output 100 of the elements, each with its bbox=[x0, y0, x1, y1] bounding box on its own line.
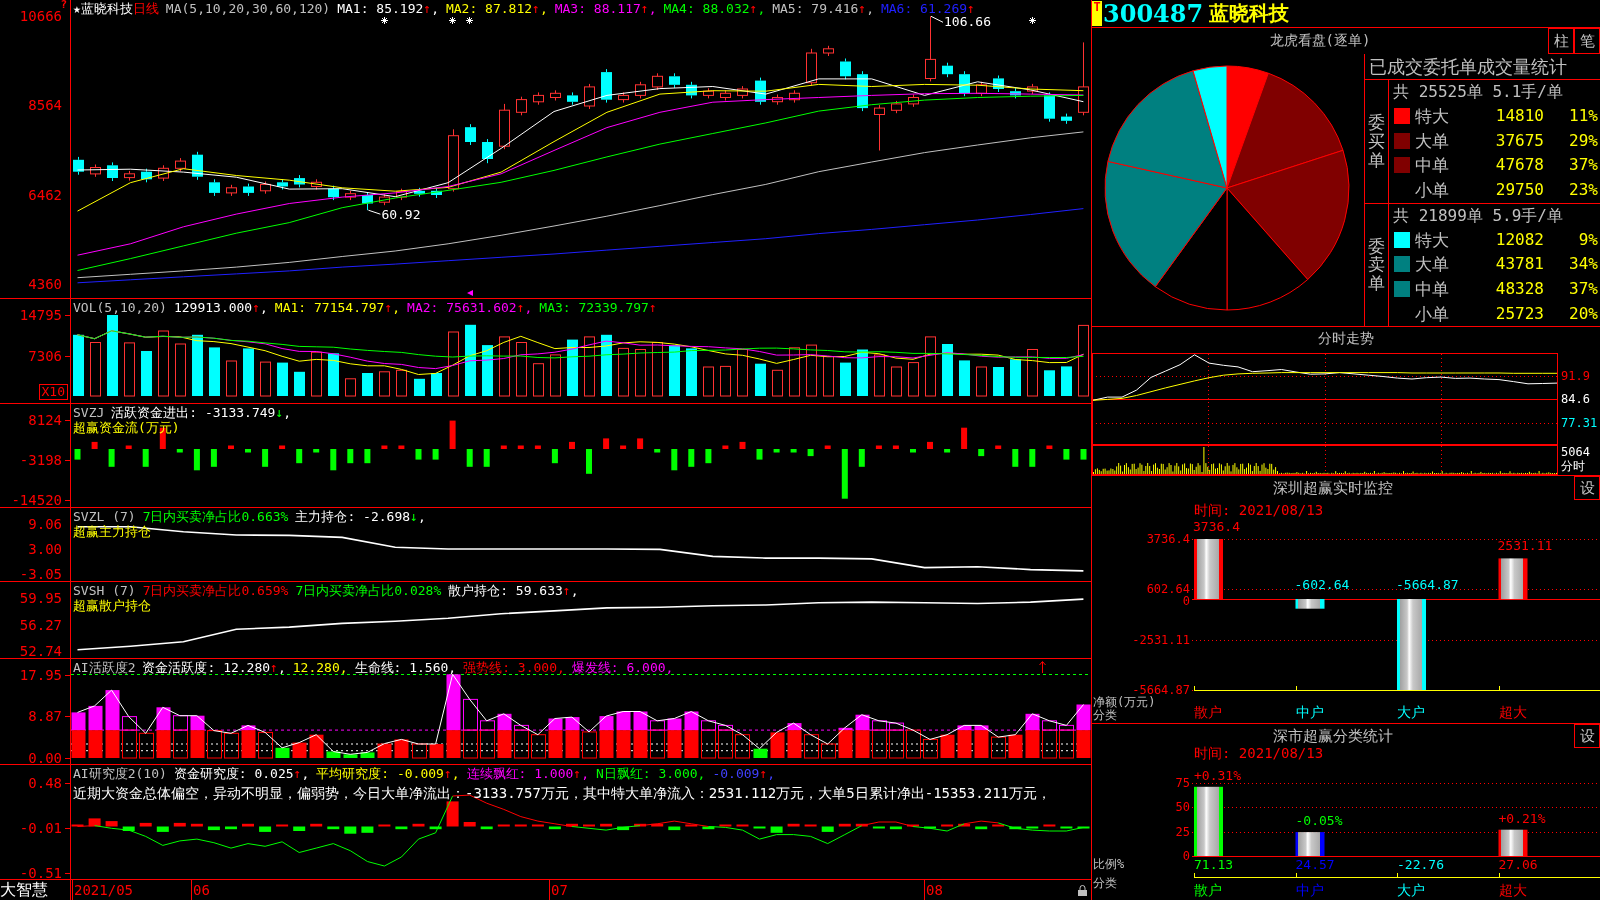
axis-label: -0.01 bbox=[19, 820, 62, 836]
share-value: 34% bbox=[1569, 254, 1598, 275]
axis-title: 比例% bbox=[1093, 858, 1125, 871]
category-label: 散户 bbox=[1194, 883, 1222, 898]
volume-value: 47678 bbox=[1495, 155, 1544, 176]
panel-title: 分时走势 bbox=[1318, 330, 1374, 347]
axis-label: -3.05 bbox=[19, 566, 62, 582]
axis-label: 8564 bbox=[28, 97, 62, 113]
axis-title: 分类 bbox=[1093, 709, 1117, 722]
category-label: 大户 bbox=[1397, 705, 1425, 720]
value-label: 2531.11 bbox=[1497, 539, 1553, 553]
time-label: 时间: 2021/08/13 bbox=[1194, 503, 1324, 518]
volume-value: 14810 bbox=[1495, 106, 1544, 127]
order-size-label: 中单 bbox=[1415, 155, 1449, 176]
panel-title: 深市超赢分类统计 bbox=[1273, 727, 1393, 745]
axis-label: 10666 bbox=[19, 8, 62, 24]
stock-code: 300487 bbox=[1103, 0, 1204, 27]
indicator-value: MA5: 79.416↑, bbox=[772, 1, 874, 16]
axis-label: 602.64 bbox=[1146, 583, 1190, 596]
axis-label: 84.6 bbox=[1561, 393, 1590, 406]
share-value: 20% bbox=[1569, 303, 1598, 324]
indicator-value: MA6: 61.269↑ bbox=[880, 1, 975, 16]
indicator-value: 散户持仓: 59.633↑, bbox=[448, 583, 579, 598]
volume-value: 37675 bbox=[1495, 130, 1544, 151]
date-label: 08 bbox=[926, 881, 943, 900]
axis-label: 91.9 bbox=[1561, 370, 1590, 383]
indicator-value: 7日内买卖净占比0.028% bbox=[295, 583, 442, 598]
category-label: 中户 bbox=[1295, 705, 1324, 720]
indicator-value: MA1: 85.192↑, bbox=[337, 1, 439, 16]
value-label: 3736.4 bbox=[1193, 520, 1240, 533]
order-size-label: 特大 bbox=[1415, 106, 1449, 127]
stock-name: 蓝晓科技 bbox=[1209, 0, 1290, 27]
axis-label: 8124 bbox=[28, 412, 62, 428]
axis-label: -14520 bbox=[11, 492, 62, 508]
axis-label: 17.95 bbox=[19, 667, 62, 682]
axis-label: 0 bbox=[1182, 595, 1190, 608]
order-size-label: 特大 bbox=[1415, 229, 1449, 250]
side-label: 委卖单 bbox=[1368, 236, 1385, 293]
stock-name: 蓝晓科技 bbox=[80, 1, 133, 16]
axis-label: 25 bbox=[1175, 825, 1190, 838]
axis-label: 59.95 bbox=[19, 590, 62, 606]
axis-label: 分时 bbox=[1561, 460, 1585, 472]
axis-label: 0.00 bbox=[28, 750, 62, 766]
axis-label: 3736.4 bbox=[1146, 533, 1190, 545]
axis-label: 3.00 bbox=[28, 541, 62, 557]
volume-value: 43781 bbox=[1495, 254, 1544, 275]
category-label: 超大 bbox=[1498, 883, 1527, 898]
period-label: 日线 bbox=[132, 1, 159, 16]
brand-label: 大智慧 bbox=[0, 881, 48, 899]
order-size-label: 小单 bbox=[1415, 180, 1449, 200]
axis-label: 9.06 bbox=[28, 516, 62, 532]
panel-title: 深圳超赢实时监控 bbox=[1273, 479, 1393, 497]
indicator-value: MA2: 87.812↑, bbox=[445, 1, 548, 16]
volume-value: 12082 bbox=[1495, 229, 1544, 250]
indicator-name: SVSH (7) bbox=[73, 583, 136, 598]
indicator-value: 7日内买卖净占比0.663% bbox=[142, 509, 289, 524]
value-label: -602.64 bbox=[1294, 578, 1350, 591]
group-summary: 共 25525单 5.1手/单 bbox=[1392, 81, 1563, 103]
order-size-label: 中单 bbox=[1415, 278, 1449, 299]
share-value: 29% bbox=[1569, 130, 1598, 151]
change-label: +0.31% bbox=[1194, 768, 1241, 782]
axis-title: 分类 bbox=[1093, 877, 1117, 890]
axis-label: 56.27 bbox=[19, 617, 62, 633]
order-size-label: 小单 bbox=[1415, 303, 1449, 324]
panel-title: 龙虎看盘(逐单) bbox=[1269, 32, 1371, 49]
value-label: -5664.87 bbox=[1396, 578, 1459, 591]
unit-badge: X10 bbox=[38, 384, 68, 400]
change-label: +0.21% bbox=[1498, 811, 1546, 825]
axis-label: -2531.11 bbox=[1132, 633, 1190, 646]
axis-label: 0.48 bbox=[28, 775, 62, 791]
axis-label: 52.74 bbox=[19, 643, 62, 659]
axis-label: 7306 bbox=[28, 348, 62, 364]
share-value: 23% bbox=[1569, 180, 1598, 200]
value-label: 71.13 bbox=[1194, 858, 1234, 871]
indicator-value: MA3: 88.117↑, bbox=[554, 1, 657, 16]
indicator-value: 主力持仓: -2.698↓, bbox=[295, 509, 426, 524]
axis-label: 77.31 bbox=[1561, 416, 1598, 429]
category-label: 超大 bbox=[1498, 705, 1527, 720]
axis-label: 5064 bbox=[1561, 446, 1590, 458]
axis-label: -5664.87 bbox=[1132, 684, 1190, 696]
category-label: 散户 bbox=[1194, 705, 1222, 720]
star-mark: ★ bbox=[73, 1, 81, 16]
indicator-value: MA4: 88.032↑, bbox=[663, 1, 766, 16]
group-summary: 共 21899单 5.9手/单 bbox=[1392, 204, 1563, 227]
order-size-label: 大单 bbox=[1415, 130, 1449, 151]
axis-label: -0.51 bbox=[19, 865, 62, 880]
volume-value: 25723 bbox=[1495, 303, 1544, 324]
date-label: 06 bbox=[193, 881, 210, 900]
category-label: 大户 bbox=[1397, 883, 1425, 898]
date-label: 07 bbox=[551, 881, 568, 900]
order-size-label: 大单 bbox=[1415, 254, 1449, 275]
value-label: -22.76 bbox=[1397, 858, 1444, 871]
axis-label: 75 bbox=[1175, 777, 1190, 789]
table-title: 已成交委托单成交量统计 bbox=[1369, 56, 1567, 77]
axis-label: 6462 bbox=[28, 187, 62, 202]
axis-title: 净额(万元) bbox=[1093, 696, 1156, 709]
side-label: 委买单 bbox=[1368, 113, 1385, 170]
axis-label: 50 bbox=[1175, 801, 1190, 814]
category-label: 中户 bbox=[1295, 883, 1324, 898]
indicator-subtitle: 超赢散户持仓 bbox=[73, 598, 151, 613]
